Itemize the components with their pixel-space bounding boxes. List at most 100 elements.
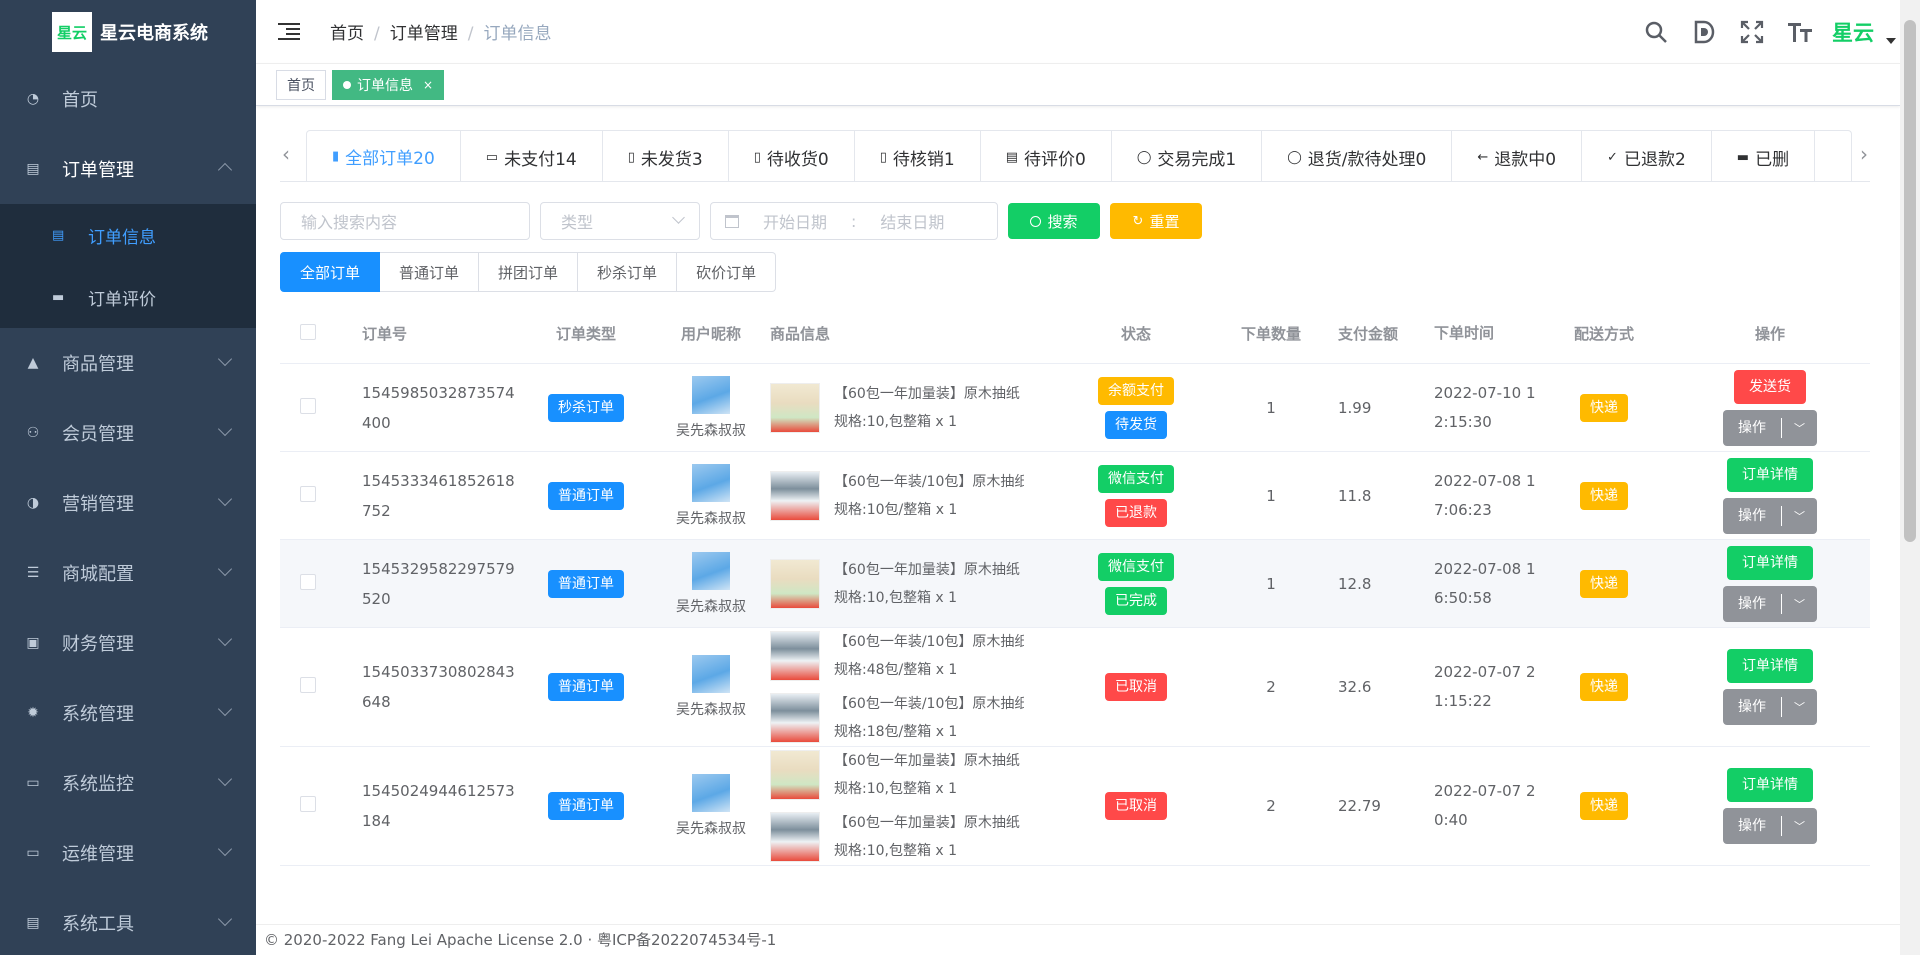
filter-order-type[interactable]: 砍价订单 <box>677 252 777 292</box>
select-all-checkbox[interactable] <box>280 323 362 344</box>
order-type-filter: 全部订单 普通订单 拼团订单 秒杀订单 砍价订单 <box>280 252 1870 292</box>
submenu: ▤ 订单信息 ▬ 订单评价 <box>0 204 256 328</box>
chevron-up-icon <box>217 162 233 178</box>
more-actions-dropdown[interactable]: 操作 ﹀ <box>1723 409 1817 446</box>
sidebar-subitem-0[interactable]: ▤ 订单信息 <box>0 204 256 266</box>
tab-order-status[interactable]: ✓ 已退款2 <box>1582 131 1712 181</box>
logo[interactable]: 星云 星云电商系统 <box>0 0 256 64</box>
user-avatar[interactable]: 星云 <box>1832 17 1874 47</box>
date-range-picker[interactable]: 开始日期 : 结束日期 <box>710 202 998 240</box>
user-avatar[interactable] <box>692 463 730 502</box>
table-row: 1545985032873574400 秒杀订单 吴先森叔叔 【60包一年加量装… <box>280 364 1870 452</box>
sidebar-item-3[interactable]: ⚇ 会员管理 <box>0 398 256 468</box>
docs-icon[interactable] <box>1680 8 1728 56</box>
hamburger-icon[interactable] <box>278 22 300 41</box>
product-name: 【60包一年装/10包】原木抽纸 <box>834 696 1024 712</box>
tab-order-status[interactable]: ▬ 已删 <box>1712 131 1816 181</box>
product-image[interactable] <box>770 812 820 862</box>
card-icon: ▭ <box>485 149 499 165</box>
user-avatar[interactable] <box>692 655 730 693</box>
sidebar-item-1[interactable]: ▤ 订单管理 <box>0 134 256 204</box>
caret-down-icon[interactable] <box>1886 38 1896 44</box>
goods-item: 【60包一年加量装】原木抽纸 规格:10,包整箱 x 1 <box>770 806 1068 868</box>
status-badge: 余额支付 <box>1098 376 1174 405</box>
product-image[interactable] <box>770 750 820 800</box>
footer: © 2020-2022 Fang Lei Apache License 2.0 … <box>256 924 1900 955</box>
sidebar-item-10[interactable]: ▤ 系统工具 <box>0 888 256 955</box>
sidebar-item-8[interactable]: ▭ 系统监控 <box>0 748 256 818</box>
filter-order-type[interactable]: 全部订单 <box>280 252 381 292</box>
more-actions-dropdown[interactable]: 操作 ﹀ <box>1723 585 1817 622</box>
column-header: 订单号 <box>362 324 408 343</box>
table-row: 1545033730802843648 普通订单 吴先森叔叔 【60包一年装/1… <box>280 628 1870 747</box>
search-button[interactable]: 搜索 <box>1008 203 1100 239</box>
tab-order-status[interactable]: ◯ 交易完成1 <box>1112 131 1263 181</box>
tab-order-status[interactable]: ▤ 待评价0 <box>981 131 1112 181</box>
row-checkbox[interactable] <box>280 677 362 697</box>
shipping-badge: 快递 <box>1580 673 1628 701</box>
product-image[interactable] <box>770 470 820 521</box>
user-avatar[interactable] <box>692 774 730 812</box>
more-actions-dropdown[interactable]: 操作 ﹀ <box>1723 808 1817 844</box>
product-image[interactable] <box>770 382 820 433</box>
order-action-button[interactable]: 发送货 <box>1734 369 1806 404</box>
tag-home[interactable]: 首页 <box>276 69 326 100</box>
fullscreen-icon[interactable] <box>1728 8 1776 56</box>
product-image[interactable] <box>770 558 820 609</box>
shipping-badge: 快递 <box>1580 481 1628 510</box>
filter-order-type[interactable]: 拼团订单 <box>479 252 579 292</box>
sidebar-subitem-1[interactable]: ▬ 订单评价 <box>0 266 256 328</box>
tab-order-status[interactable]: ▭ 未支付14 <box>461 131 603 181</box>
more-actions-dropdown[interactable]: 操作 ﹀ <box>1723 689 1817 725</box>
order-action-button[interactable]: 订单详情 <box>1727 649 1813 683</box>
tab-order-status[interactable]: ▯ 待核销1 <box>855 131 981 181</box>
sidebar-item-label: 系统工具 <box>62 914 134 935</box>
order-action-button[interactable]: 订单详情 <box>1727 545 1813 580</box>
tab-order-status[interactable]: ▯ 未发货3 <box>603 131 729 181</box>
product-image[interactable] <box>770 631 820 681</box>
sidebar-item-label: 财务管理 <box>62 634 134 655</box>
more-actions-dropdown[interactable]: 操作 ﹀ <box>1723 497 1817 534</box>
order-action-button[interactable]: 订单详情 <box>1727 768 1813 802</box>
tag-order-info[interactable]: 订单信息 × <box>332 69 445 100</box>
search-icon[interactable] <box>1632 8 1680 56</box>
pay-amount: 12.8 <box>1338 574 1372 593</box>
sidebar-item-5[interactable]: ☰ 商城配置 <box>0 538 256 608</box>
filter-order-type[interactable]: 普通订单 <box>380 252 480 292</box>
breadcrumb-item[interactable]: 首页 <box>330 24 364 44</box>
row-checkbox[interactable] <box>280 397 362 418</box>
row-checkbox[interactable] <box>280 485 362 506</box>
user-avatar[interactable] <box>692 375 730 414</box>
navbar-right: 星云 <box>1632 0 1896 64</box>
tab-order-status[interactable]: ▮ 全部订单20 <box>307 131 461 181</box>
type-select[interactable]: 类型 <box>540 202 700 240</box>
search-input[interactable]: 输入搜索内容 <box>280 202 530 240</box>
tab-order-status[interactable]: ▯ 待收货0 <box>729 131 855 181</box>
reset-button[interactable]: ↻ 重置 <box>1110 203 1202 239</box>
chevron-down-icon <box>217 421 233 437</box>
order-type-badge: 普通订单 <box>548 673 624 701</box>
font-size-icon[interactable] <box>1776 8 1824 56</box>
goods-item: 【60包一年加量装】原木抽纸 规格:10,包整箱 x 1 <box>770 744 1068 806</box>
tab-order-status[interactable]: ◯ 退货/款待处理0 <box>1262 131 1453 181</box>
sidebar-item-2[interactable]: ▲ 商品管理 <box>0 328 256 398</box>
sidebar-item-0[interactable]: ◔ 首页 <box>0 64 256 134</box>
tab-order-status[interactable]: ← 退款中0 <box>1452 131 1583 181</box>
sidebar-item-9[interactable]: ▭ 运维管理 <box>0 818 256 888</box>
row-checkbox[interactable] <box>280 796 362 816</box>
breadcrumb-item[interactable]: 订单管理 <box>390 24 458 44</box>
user-avatar[interactable] <box>692 551 730 590</box>
row-checkbox[interactable] <box>280 573 362 594</box>
sidebar-item-7[interactable]: ✹ 系统管理 <box>0 678 256 748</box>
filter-order-type[interactable]: 秒杀订单 <box>578 252 678 292</box>
scrollbar-thumb[interactable] <box>1904 20 1916 542</box>
chevron-left-icon[interactable]: ‹ <box>282 142 290 166</box>
product-image[interactable] <box>770 693 820 743</box>
page-scrollbar[interactable] <box>1900 0 1920 955</box>
sidebar-item-6[interactable]: ▣ 财务管理 <box>0 608 256 678</box>
chevron-right-icon[interactable]: › <box>1860 142 1868 166</box>
sidebar-item-4[interactable]: ◑ 营销管理 <box>0 468 256 538</box>
status-badge: 微信支付 <box>1098 552 1174 581</box>
order-action-button[interactable]: 订单详情 <box>1727 457 1813 492</box>
close-icon[interactable]: × <box>423 78 433 92</box>
